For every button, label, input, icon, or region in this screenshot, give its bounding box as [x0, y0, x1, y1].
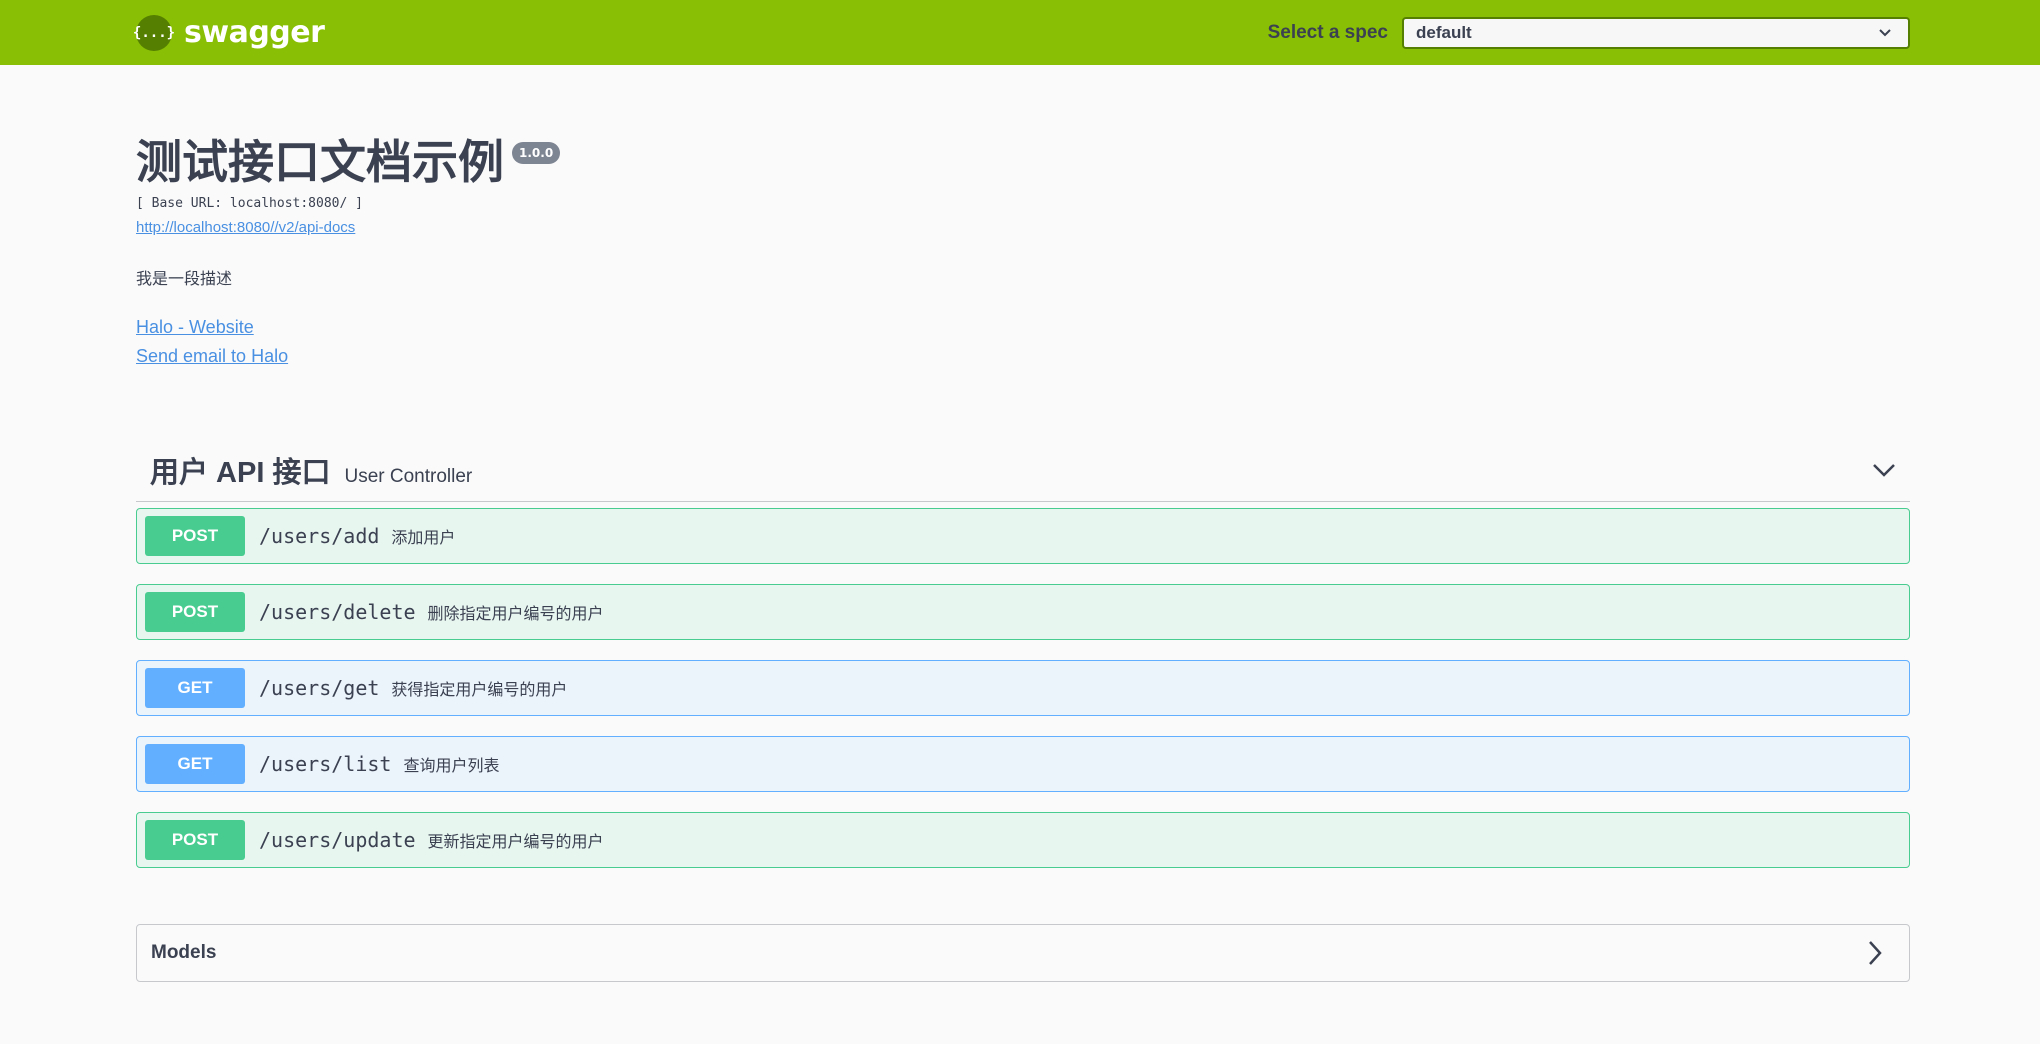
method-badge: POST [145, 820, 245, 860]
api-description: 我是一段描述 [136, 271, 233, 288]
method-badge: POST [145, 592, 245, 632]
operation-path: /users/delete [259, 600, 416, 624]
tag-header[interactable]: 用户 API 接口 User Controller [136, 438, 1910, 502]
spec-label: Select a spec [1267, 21, 1388, 43]
email-link[interactable]: Send email to Halo [136, 342, 1910, 371]
method-badge: GET [145, 668, 245, 708]
tag-section-user: 用户 API 接口 User Controller POST /users/ad… [136, 438, 1910, 868]
operation-summary: 更新指定用户编号的用户 [427, 834, 604, 851]
operation-post-users-add[interactable]: POST /users/add 添加用户 [136, 508, 1910, 564]
operation-summary: 添加用户 [391, 530, 456, 547]
tag-name: 用户 API 接口 [150, 456, 331, 489]
method-badge: GET [145, 744, 245, 784]
operation-path: /users/update [259, 828, 416, 852]
spec-selector: Select a spec default [1267, 16, 1910, 49]
website-link[interactable]: Halo - Website [136, 313, 1910, 342]
spec-select-value: default [1416, 22, 1472, 42]
swagger-logo-icon: {...} [133, 14, 175, 51]
operation-path: /users/get [259, 676, 380, 700]
contact-links: Halo - Website Send email to Halo [136, 313, 1910, 371]
models-section[interactable]: Models [136, 924, 1910, 982]
tag-description: User Controller [344, 465, 473, 487]
operation-post-users-delete[interactable]: POST /users/delete 删除指定用户编号的用户 [136, 584, 1910, 640]
chevron-down-icon [1879, 28, 1891, 36]
method-badge: POST [145, 516, 245, 556]
operation-summary: 查询用户列表 [403, 758, 500, 775]
collapse-arrow-icon[interactable] [1872, 462, 1896, 478]
models-title: Models [151, 942, 217, 963]
page-title: 测试接口文档示例 [136, 136, 504, 188]
operation-post-users-update[interactable]: POST /users/update 更新指定用户编号的用户 [136, 812, 1910, 868]
version-badge: 1.0.0 [512, 142, 561, 164]
operation-path: /users/list [259, 752, 392, 776]
expand-arrow-icon[interactable] [1867, 940, 1883, 966]
swagger-logo-link[interactable]: {...} swagger [133, 14, 325, 51]
operation-get-users-list[interactable]: GET /users/list 查询用户列表 [136, 736, 1910, 792]
api-info: 测试接口文档示例 1.0.0 [ Base URL: localhost:808… [136, 130, 1910, 371]
operation-path: /users/add [259, 524, 380, 548]
api-docs-link[interactable]: http://localhost:8080//v2/api-docs [136, 219, 355, 236]
operation-summary: 获得指定用户编号的用户 [391, 682, 568, 699]
topbar: {...} swagger Select a spec default [0, 0, 2040, 65]
operation-summary: 删除指定用户编号的用户 [427, 606, 604, 623]
operation-get-users-get[interactable]: GET /users/get 获得指定用户编号的用户 [136, 660, 1910, 716]
brand-name: swagger [184, 15, 325, 50]
spec-select[interactable]: default [1402, 16, 1910, 49]
base-url: [ Base URL: localhost:8080/ ] [136, 196, 363, 211]
